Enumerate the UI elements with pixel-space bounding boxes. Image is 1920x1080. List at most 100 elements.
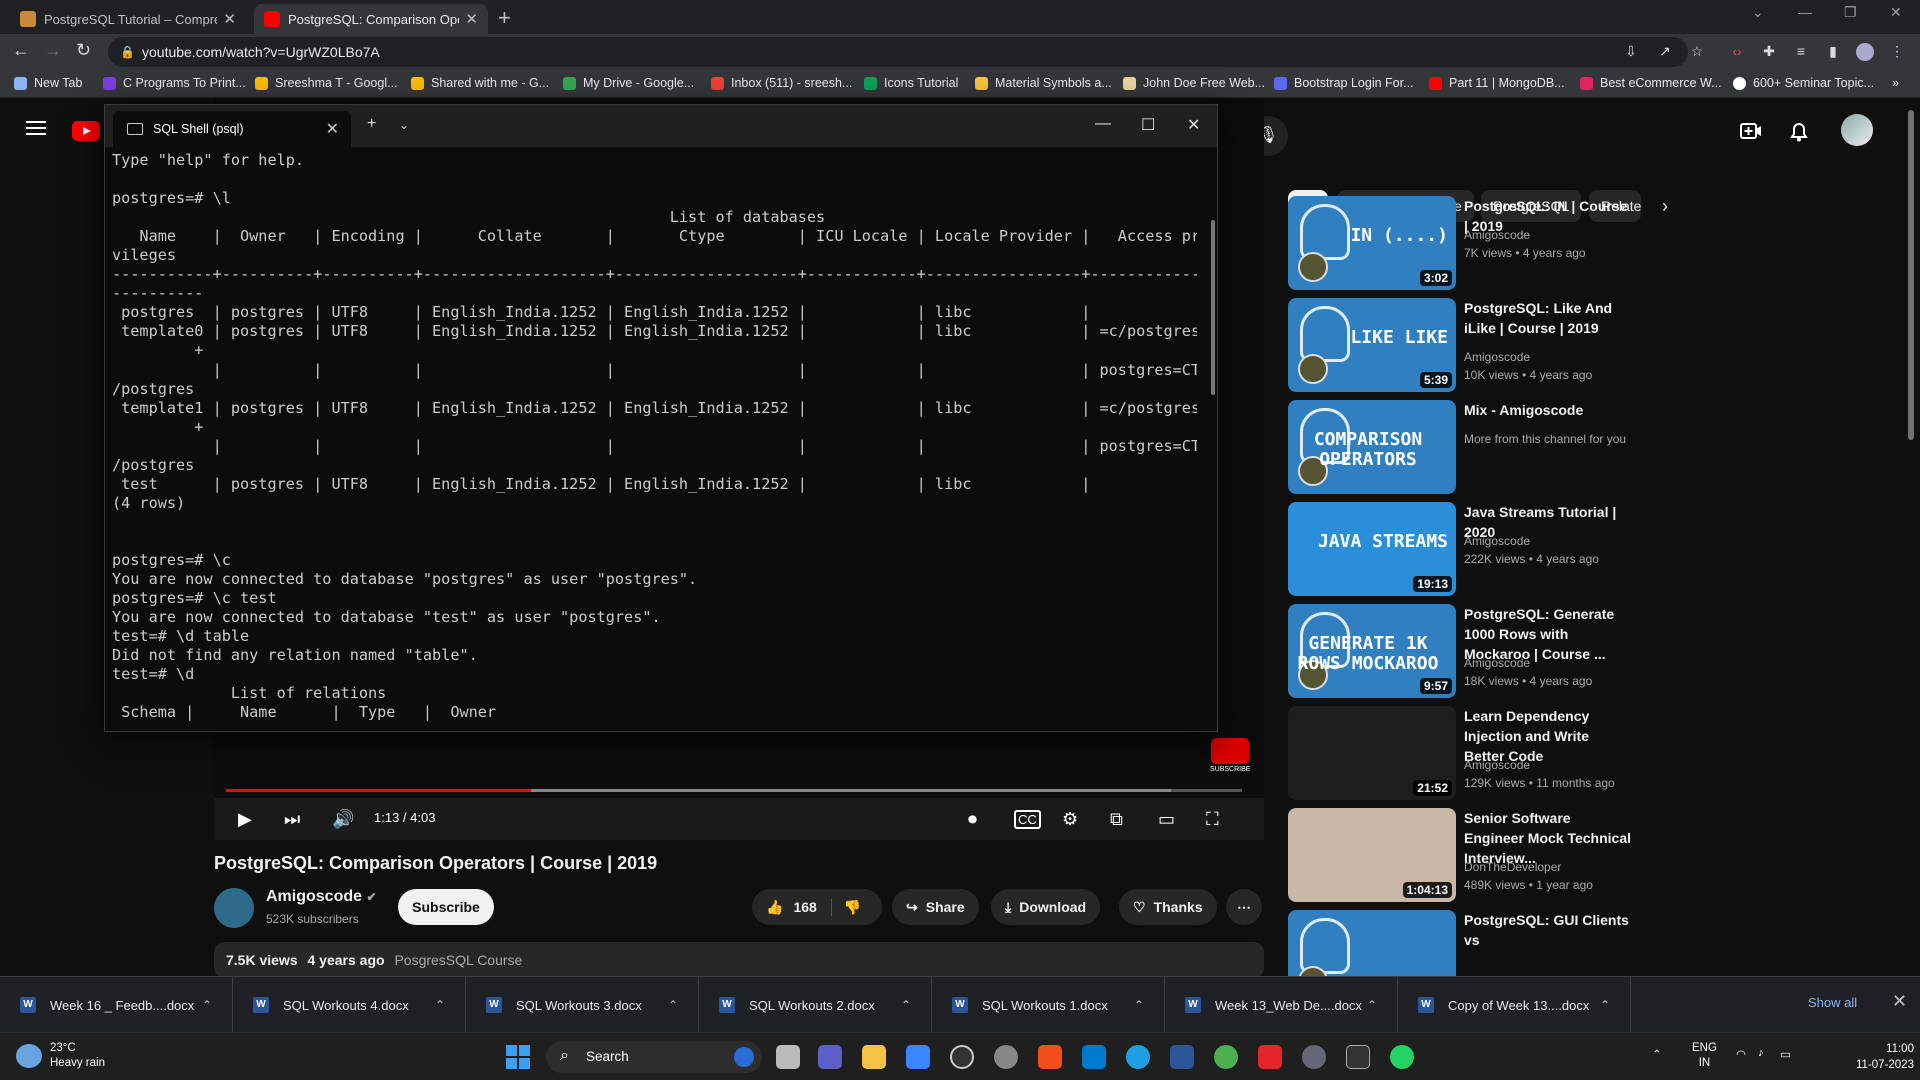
recommendation-item[interactable]: GENERATE 1K ROWS MOCKAROO 9:57 PostgreSQL:… xyxy=(1288,604,1628,698)
figma-icon[interactable] xyxy=(1038,1045,1062,1069)
terminal-taskbar-icon[interactable] xyxy=(1346,1045,1370,1069)
page-scrollbar[interactable] xyxy=(1908,110,1914,440)
playlist-link[interactable]: PosgresSQL Course xyxy=(394,952,522,968)
browser-tab-postgres-tutorial[interactable]: PostgreSQL Tutorial – Comprehe ✕ xyxy=(10,4,246,34)
restore-icon[interactable]: ❐ xyxy=(1844,4,1857,21)
tab-close-icon[interactable]: ✕ xyxy=(223,10,236,28)
terminal-tab[interactable]: SQL Shell (psql) ✕ xyxy=(113,111,351,147)
settings-icon[interactable] xyxy=(1302,1045,1326,1069)
back-icon[interactable]: ← xyxy=(12,40,30,61)
chevron-up-icon[interactable]: ⌃ xyxy=(1367,998,1397,1012)
bookmark-item[interactable]: Bootstrap Login For... xyxy=(1274,76,1414,90)
bookmark-item[interactable]: Part 11 | MongoDB... xyxy=(1429,76,1565,90)
recommendation-title[interactable]: Mix - Amigoscode xyxy=(1464,400,1632,420)
video-thumbnail[interactable]: LIKE LIKE 5:39 xyxy=(1288,298,1456,392)
weather-widget[interactable]: 23°C Heavy rain xyxy=(16,1041,105,1071)
theater-mode-icon[interactable]: ▭ xyxy=(1158,809,1175,830)
download-item[interactable]: W Week 16 _ Feedb....docx ⌃ xyxy=(0,977,233,1033)
forward-icon[interactable]: → xyxy=(44,40,62,61)
recommendation-title[interactable]: PostgreSQL: GUI Clients vs xyxy=(1464,910,1632,950)
recommendation-title[interactable]: PostgreSQL: Like And iLike | Course | 20… xyxy=(1464,298,1632,338)
bookmark-item[interactable]: Material Symbols a... xyxy=(975,76,1112,90)
menu-icon[interactable] xyxy=(26,120,46,136)
close-window-icon[interactable]: ✕ xyxy=(1890,4,1902,21)
recommendation-channel[interactable]: More from this channel for you xyxy=(1464,432,1626,446)
whatsapp-icon[interactable] xyxy=(1390,1045,1414,1069)
share-button[interactable]: ↪ Share xyxy=(892,889,979,925)
description-box[interactable]: 7.5K views 4 years ago PosgresSQL Course xyxy=(214,942,1264,978)
recommendation-title[interactable]: Learn Dependency Injection and Write Bet… xyxy=(1464,706,1632,766)
recommendation-item[interactable]: JAVA STREAMS 19:13 Java Streams Tutorial |… xyxy=(1288,502,1628,596)
store-icon[interactable] xyxy=(906,1045,930,1069)
chevron-up-icon[interactable]: ⌃ xyxy=(1600,998,1630,1012)
chrome-icon[interactable] xyxy=(1214,1045,1238,1069)
bookmark-star-icon[interactable]: ☆ xyxy=(1688,43,1706,61)
thanks-button[interactable]: ♡ Thanks xyxy=(1119,889,1217,925)
recommendation-channel[interactable]: Amigoscode xyxy=(1464,656,1530,670)
terminal-output[interactable]: Type "help" for help. postgres=# \l List … xyxy=(112,151,1197,729)
video-thumbnail[interactable]: 1:04:13 xyxy=(1288,808,1456,902)
channel-avatar[interactable] xyxy=(214,888,254,928)
miniplayer-icon[interactable]: ⧉ xyxy=(1110,809,1123,830)
wifi-icon[interactable]: ◠ xyxy=(1736,1047,1746,1061)
subscribe-watermark[interactable]: SUBSCRIBE xyxy=(1210,738,1250,773)
start-button[interactable] xyxy=(506,1045,530,1069)
terminal-scrollbar[interactable] xyxy=(1211,220,1215,395)
file-explorer-icon[interactable] xyxy=(862,1045,886,1069)
anydesk-icon[interactable] xyxy=(1258,1045,1282,1069)
tab-close-icon[interactable]: ✕ xyxy=(326,119,339,139)
clock[interactable]: 11:00 11-07-2023 xyxy=(1856,1041,1914,1073)
app-icon[interactable] xyxy=(994,1045,1018,1069)
new-terminal-tab-icon[interactable]: + xyxy=(367,115,376,133)
menu-kebab-icon[interactable]: ⋮ xyxy=(1888,43,1906,61)
chevron-right-icon[interactable]: › xyxy=(1662,196,1668,217)
recommendation-item[interactable]: IN (....) 3:02 PostgreSQL: IN | Course | 2… xyxy=(1288,196,1628,290)
volume-icon[interactable]: 🔊 xyxy=(332,809,354,830)
chevron-up-icon[interactable]: ⌃ xyxy=(901,998,931,1012)
taskbar-search[interactable]: ⌕ Search xyxy=(546,1041,762,1073)
subscribe-button[interactable]: Subscribe xyxy=(398,889,494,925)
task-view-icon[interactable] xyxy=(776,1045,800,1069)
bookmark-item[interactable]: C Programs To Print... xyxy=(103,76,246,90)
language-code[interactable]: ENG xyxy=(1692,1041,1717,1056)
recommendation-title[interactable]: PostgreSQL: Generate 1000 Rows with Mock… xyxy=(1464,604,1632,664)
recommendation-channel[interactable]: Amigoscode xyxy=(1464,228,1530,242)
autoplay-toggle[interactable]: ⏺ xyxy=(968,809,977,830)
chevron-up-icon[interactable]: ⌃ xyxy=(202,998,232,1012)
download-item[interactable]: W SQL Workouts 2.docx ⌃ xyxy=(699,977,932,1033)
teams-icon[interactable] xyxy=(818,1045,842,1069)
bookmark-item[interactable]: Shared with me - G... xyxy=(411,76,549,90)
channel-name[interactable]: Amigoscode ✔ xyxy=(266,888,377,906)
terminal-close-icon[interactable]: ✕ xyxy=(1187,115,1200,135)
download-item[interactable]: W SQL Workouts 4.docx ⌃ xyxy=(233,977,466,1033)
word-icon[interactable] xyxy=(1170,1045,1194,1069)
download-item[interactable]: W Copy of Week 13....docx ⌃ xyxy=(1398,977,1631,1033)
download-item[interactable]: W SQL Workouts 3.docx ⌃ xyxy=(466,977,699,1033)
tab-search-icon[interactable]: ⌄ xyxy=(1752,4,1764,21)
share-icon[interactable]: ↗ xyxy=(1656,43,1674,61)
dislike-icon[interactable]: 👎 xyxy=(830,898,861,916)
recommendation-item[interactable]: LIKE LIKE 5:39 PostgreSQL: Like And iLike … xyxy=(1288,298,1628,392)
show-all-button[interactable]: Show all xyxy=(1808,995,1857,1010)
like-icon[interactable]: 👍 xyxy=(766,899,783,916)
minimize-icon[interactable]: — xyxy=(1798,4,1812,20)
region-code[interactable]: IN xyxy=(1692,1056,1717,1071)
chevron-up-icon[interactable]: ⌃ xyxy=(1134,998,1164,1012)
dell-icon[interactable] xyxy=(950,1045,974,1069)
more-actions-icon[interactable]: ⋯ xyxy=(1226,889,1262,925)
download-item[interactable]: W SQL Workouts 1.docx ⌃ xyxy=(932,977,1165,1033)
bookmarks-overflow-icon[interactable]: » xyxy=(1892,76,1899,90)
battery-icon[interactable]: ▭ xyxy=(1780,1047,1791,1061)
create-video-icon[interactable] xyxy=(1740,122,1762,140)
profile-avatar[interactable] xyxy=(1856,43,1874,61)
video-thumbnail[interactable]: COMPARISON OPERATORS xyxy=(1288,400,1456,494)
fullscreen-icon[interactable]: ⛶ xyxy=(1206,809,1219,830)
recommendation-channel[interactable]: Amigoscode xyxy=(1464,350,1530,364)
video-thumbnail[interactable]: GENERATE 1K ROWS MOCKAROO 9:57 xyxy=(1288,604,1456,698)
settings-gear-icon[interactable]: ⚙ xyxy=(1062,809,1078,830)
tray-chevron-icon[interactable]: ⌃ xyxy=(1652,1047,1662,1061)
captions-icon[interactable]: CC xyxy=(1014,810,1041,829)
close-downloads-icon[interactable]: ✕ xyxy=(1892,991,1907,1012)
play-icon[interactable]: ▶ xyxy=(238,809,252,830)
reload-icon[interactable]: ↻ xyxy=(76,40,91,61)
